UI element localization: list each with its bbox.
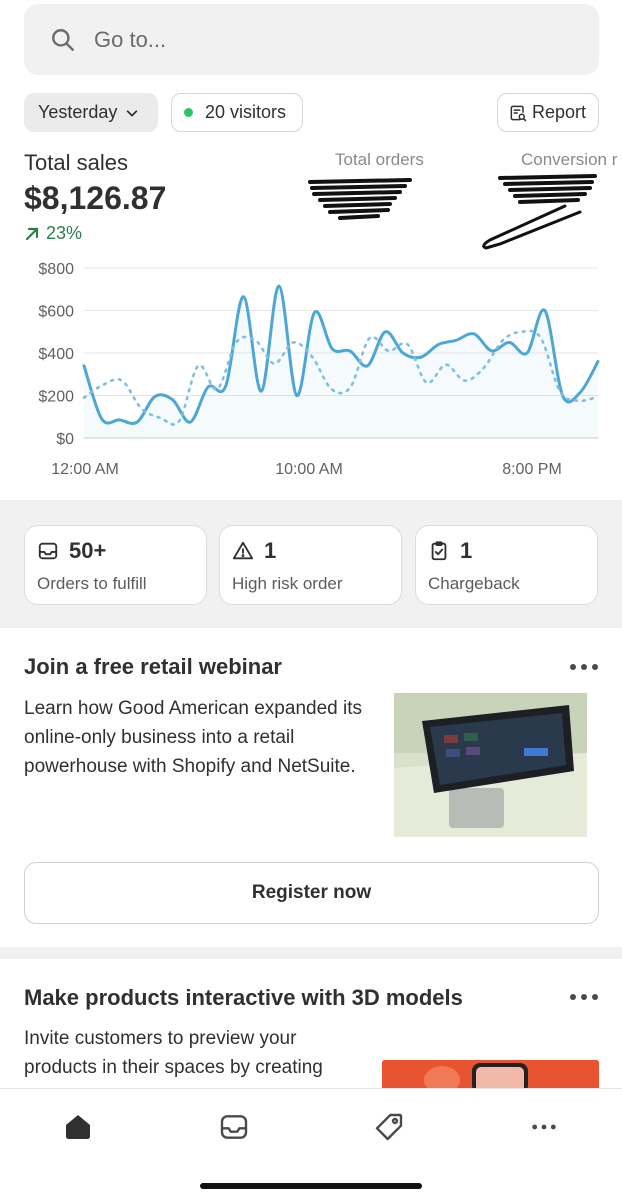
3d-models-image bbox=[382, 1060, 599, 1088]
x-tick-label: 10:00 AM bbox=[275, 461, 343, 478]
pos-terminal-image bbox=[394, 693, 587, 837]
card-label: Chargeback bbox=[428, 574, 520, 593]
x-tick-label: 8:00 PM bbox=[502, 461, 562, 478]
alert-triangle-icon bbox=[232, 541, 254, 560]
models-description: Invite customers to preview your product… bbox=[24, 1028, 323, 1078]
search-input[interactable]: Go to... bbox=[94, 27, 166, 53]
more-options-icon[interactable] bbox=[570, 992, 598, 1002]
webinar-description: Learn how Good American expanded its onl… bbox=[24, 698, 362, 777]
sales-chart: $800 $600 $400 $200 $0 12:00 AM 10:00 AM 8:00 P… bbox=[38, 261, 600, 478]
total-sales-change: 23% bbox=[24, 223, 82, 244]
products-tag-icon bbox=[375, 1113, 403, 1141]
card-value: 50+ bbox=[69, 538, 107, 563]
register-now-button[interactable]: Register now bbox=[24, 862, 599, 924]
section-divider bbox=[0, 947, 622, 959]
chevron-down-icon bbox=[127, 109, 138, 116]
tab-home[interactable] bbox=[60, 1109, 96, 1145]
live-status-dot bbox=[184, 108, 193, 117]
total-sales-value: $8,126.87 bbox=[24, 180, 167, 216]
y-tick-label: $0 bbox=[56, 431, 74, 448]
conversion-rate-label[interactable]: Conversion r bbox=[521, 150, 617, 170]
inbox-icon bbox=[38, 542, 58, 560]
webinar-title: Join a free retail webinar bbox=[24, 654, 282, 679]
redaction-scribble bbox=[308, 174, 597, 250]
high-risk-order-card[interactable]: 1 High risk order bbox=[219, 525, 402, 605]
x-tick-label: 12:00 AM bbox=[51, 461, 119, 478]
search-icon bbox=[52, 28, 74, 51]
y-tick-label: $200 bbox=[38, 389, 74, 406]
arrow-up-right-icon bbox=[25, 227, 39, 240]
chargeback-card[interactable]: 1 Chargeback bbox=[415, 525, 598, 605]
date-range-selector[interactable]: Yesterday bbox=[24, 93, 158, 132]
tab-more[interactable] bbox=[526, 1109, 562, 1145]
orders-inbox-icon bbox=[220, 1115, 248, 1139]
bottom-tab-bar bbox=[0, 1088, 622, 1200]
more-icon bbox=[532, 1124, 556, 1130]
clipboard-check-icon bbox=[431, 541, 447, 561]
home-indicator bbox=[200, 1183, 422, 1189]
y-tick-label: $800 bbox=[38, 261, 74, 278]
live-visitors-button[interactable]: 20 visitors bbox=[171, 93, 303, 132]
total-sales-label: Total sales bbox=[24, 150, 128, 175]
visitors-label: 20 visitors bbox=[205, 102, 287, 122]
tab-products[interactable] bbox=[371, 1109, 407, 1145]
tab-orders[interactable] bbox=[216, 1109, 252, 1145]
report-icon bbox=[510, 105, 527, 121]
search-bar[interactable]: Go to... bbox=[24, 4, 599, 75]
models-title: Make products interactive with 3D models bbox=[24, 985, 463, 1010]
date-range-label: Yesterday bbox=[38, 102, 118, 122]
y-tick-label: $400 bbox=[38, 346, 74, 363]
card-value: 1 bbox=[460, 538, 473, 563]
total-sales-change-value: 23% bbox=[46, 223, 83, 243]
orders-to-fulfill-card[interactable]: 50+ Orders to fulfill bbox=[24, 525, 207, 605]
report-label: Report bbox=[532, 102, 587, 122]
report-button[interactable]: Report bbox=[497, 93, 599, 132]
y-tick-label: $600 bbox=[38, 304, 74, 321]
home-icon bbox=[66, 1115, 90, 1139]
series-area bbox=[84, 286, 598, 438]
card-label: High risk order bbox=[232, 574, 343, 593]
card-label: Orders to fulfill bbox=[37, 574, 147, 593]
total-orders-label[interactable]: Total orders bbox=[335, 150, 424, 170]
more-options-icon[interactable] bbox=[570, 662, 598, 672]
card-value: 1 bbox=[264, 538, 277, 563]
